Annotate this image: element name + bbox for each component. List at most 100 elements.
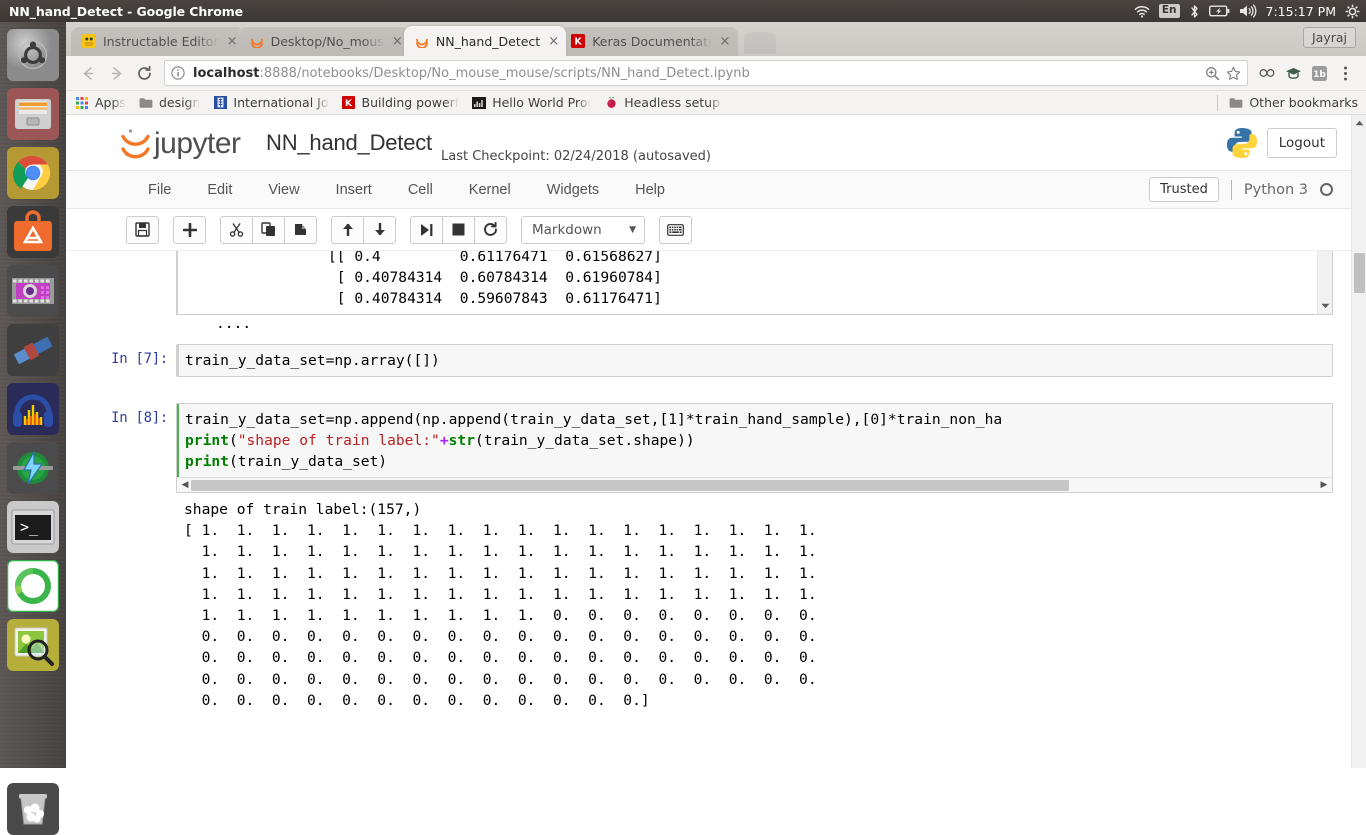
save-button[interactable] [126,215,159,244]
bookmark-design[interactable]: design [138,95,200,111]
scrolled-output-area[interactable]: [[ 0.4 0.61176471 0.61568627] [ 0.407843… [176,251,1333,315]
new-tab-button[interactable] [743,32,776,54]
launcher-audacity-icon[interactable] [7,383,59,435]
volume-icon[interactable] [1239,0,1257,22]
logout-button[interactable]: Logout [1266,127,1337,158]
code-line-1: train_y_data_set=np.append(np.append(tra… [185,411,1003,428]
output-scrollbar[interactable] [1317,251,1332,314]
menu-cell[interactable]: Cell [390,182,451,198]
cell-source[interactable]: train_y_data_set=np.append(np.append(tra… [177,404,1332,477]
run-cell-button[interactable] [410,215,443,244]
launcher-trash-icon[interactable] [7,783,59,835]
menu-file[interactable]: File [130,182,189,198]
launcher-scanner-icon[interactable] [7,324,59,376]
bookmark-label: Hello World Prog [492,95,592,110]
move-cell-down-button[interactable] [363,215,396,244]
bookmark-headless-setup[interactable]: Headless setup: [603,95,723,111]
chrome-menu-icon[interactable] [1332,60,1358,86]
zoom-icon[interactable] [1205,66,1220,81]
bluetooth-icon[interactable] [1189,0,1200,22]
launcher-ubuntu-software-icon[interactable] [7,206,59,258]
menu-edit[interactable]: Edit [189,182,250,198]
launcher-ubuntu-dash-icon[interactable] [7,29,59,81]
launcher-terminal-icon[interactable]: >_ [7,501,59,553]
insert-cell-button[interactable] [173,215,206,244]
extension-link-icon[interactable] [1254,60,1280,86]
scroll-left-arrow-icon[interactable]: ◀ [179,480,191,490]
launcher-etcher-icon[interactable] [7,442,59,494]
launcher-google-chrome-icon[interactable] [7,147,59,199]
close-icon[interactable]: × [392,35,403,48]
notebook-cell-in8[interactable]: In [8]: train_y_data_set=np.append(np.ap… [66,398,1351,716]
copy-cell-button[interactable] [252,215,285,244]
interrupt-kernel-button[interactable] [442,215,475,244]
output-array-line: 0. 0. 0. 0. 0. 0. 0. 0. 0. 0. 0. 0. 0. 0… [184,628,817,646]
cell-type-select[interactable]: Markdown ▼ [521,215,645,244]
cell-source[interactable]: train_y_data_set=np.array([]) [177,345,1332,376]
battery-icon[interactable] [1208,0,1230,22]
paste-cell-button[interactable] [284,215,317,244]
back-button[interactable] [74,59,102,87]
toolbar-group-run [410,215,507,244]
cell-input-area[interactable]: train_y_data_set=np.append(np.append(tra… [176,403,1333,493]
cell-input-area[interactable]: train_y_data_set=np.array([]) [176,344,1333,377]
jupyter-logo-icon[interactable]: jupyter [118,123,254,163]
scroll-right-arrow-icon[interactable]: ▶ [1318,480,1330,490]
close-icon[interactable]: × [548,35,559,48]
browser-tab-keras-documentation[interactable]: K Keras Documentati × [560,26,738,56]
menu-view[interactable]: View [250,182,317,198]
page-scrollbar[interactable] [1351,115,1366,768]
bookmark-label: International Jo [233,95,329,110]
launcher-green-ring-icon[interactable] [7,560,59,612]
clock[interactable]: 7:15:17 PM [1266,4,1336,19]
language-icon[interactable]: En [1158,4,1180,18]
menu-insert[interactable]: Insert [318,182,390,198]
bookmark-hello-world-program[interactable]: Hello World Prog [471,95,591,111]
scrollbar-thumb[interactable] [191,479,1069,491]
bookmark-apps[interactable]: Apps [74,95,126,111]
wifi-icon[interactable] [1134,0,1150,22]
browser-tab-instructable-editor[interactable]: Instructable Editor × [71,26,245,56]
jupyter-icon [414,33,430,49]
keras-icon: K [341,95,357,111]
scroll-up-arrow-icon[interactable] [1352,115,1366,131]
system-menu-icon[interactable] [1345,0,1360,22]
menu-help[interactable]: Help [617,182,683,198]
address-bar[interactable]: localhost:8888/notebooks/Desktop/No_mous… [164,60,1248,86]
forward-button[interactable] [102,59,130,87]
close-icon[interactable]: × [227,35,238,48]
extension-graduation-cap-icon[interactable] [1280,60,1306,86]
cut-cell-button[interactable] [220,215,253,244]
scroll-down-arrow-icon[interactable] [1318,299,1332,313]
launcher-image-viewer-icon[interactable] [7,619,59,671]
extension-1b-icon[interactable]: 1b [1306,60,1332,86]
bookmark-building-powerful[interactable]: K Building powerf [341,95,459,111]
bookmark-international-journal[interactable]: International Jo [212,95,329,111]
menu-kernel[interactable]: Kernel [451,182,529,198]
browser-tab-desktop-no-mouse[interactable]: Desktop/No_mous × [238,26,410,56]
reload-button[interactable] [130,59,158,87]
close-icon[interactable]: × [720,35,731,48]
trusted-badge[interactable]: Trusted [1149,177,1219,202]
divider [1230,179,1232,200]
notebook-cell-in7[interactable]: In [7]: train_y_data_set=np.array([]) [66,339,1351,382]
profile-badge[interactable]: Jayraj [1302,27,1356,48]
browser-tab-nn-hand-detect[interactable]: NN_hand_Detect × [403,26,567,56]
restart-kernel-button[interactable] [474,215,507,244]
launcher-files-icon[interactable] [7,88,59,140]
launcher-video-editor-icon[interactable] [7,265,59,317]
other-bookmarks-button[interactable]: Other bookmarks [1228,95,1358,111]
toolbar-group-move [331,215,396,244]
notebook-cell-markdown-heading[interactable]: NEURAL NETWORK ARCHITECTURE [66,716,1351,726]
page-info-icon[interactable] [171,66,187,80]
scrollbar-thumb[interactable] [1354,253,1365,293]
notebook-name[interactable]: NN_hand_Detect [266,130,432,156]
command-palette-button[interactable] [659,215,692,244]
cell-horizontal-scrollbar[interactable]: ◀ ▶ [177,477,1332,492]
output-shape-line: shape of train label:(157,) [184,501,422,518]
menu-widgets[interactable]: Widgets [529,182,617,198]
bookmark-star-icon[interactable] [1226,66,1241,81]
kernel-name-label: Python 3 [1243,181,1308,198]
move-cell-up-button[interactable] [331,215,364,244]
bookmarks-bar: Apps design International Jo K Building … [66,91,1366,115]
